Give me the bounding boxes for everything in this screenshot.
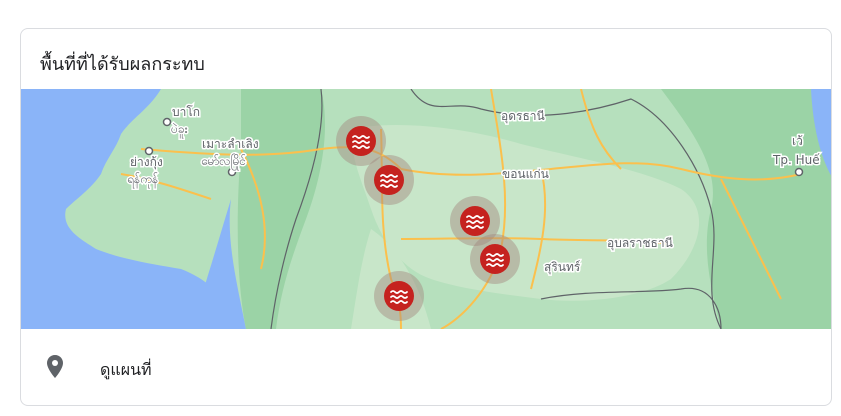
map-label: เมาะลำเลิง [202,137,259,151]
map-label: ย่างกุ้ง [130,155,163,170]
flood-marker[interactable] [374,271,424,321]
affected-area-card: พื้นที่ที่ได้รับผลกระทบ บาโก ပဲခူး เมาะล… [20,28,832,406]
city-dot [162,117,172,127]
map-label: เว้ [792,134,803,148]
card-title: พื้นที่ที่ได้รับผลกระทบ [40,54,205,75]
map-label: Tp. Huế [772,153,820,167]
map-label: สุรินทร์ [544,260,581,275]
map-label: ขอนแก่น [502,167,549,181]
flood-marker[interactable] [470,234,520,284]
city-dot [227,167,237,177]
map-label: อุดรธานี [501,109,545,124]
view-map-link[interactable]: ดูแผนที่ [21,329,831,405]
map-label: บาโก [172,105,200,119]
map-pin-icon [47,355,63,378]
map-view[interactable]: บาโก ပဲခူး เมาะลำเลิง မော်လမြိုင် ย่างกุ… [21,89,831,329]
city-dot [144,146,154,156]
flood-marker[interactable] [364,155,414,205]
city-dot [794,167,804,177]
view-map-label: ดูแผนที่ [100,360,152,379]
map-label: อุบลราชธานี [607,236,673,251]
